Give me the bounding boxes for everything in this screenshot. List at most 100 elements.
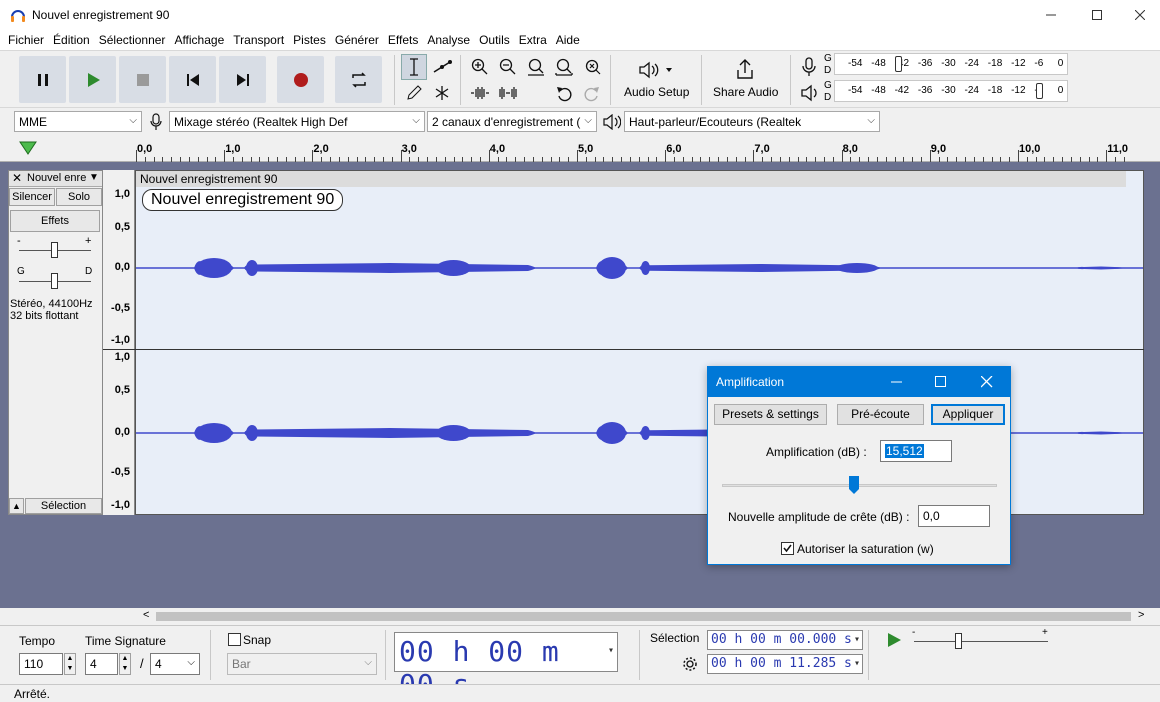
menu-selectionner[interactable]: Sélectionner [94,30,170,48]
clip-header[interactable]: Nouvel enregistrement 90 [136,171,1126,187]
start-format-menu-icon[interactable]: ▾ [854,634,860,645]
audio-host-value: MME [19,115,47,129]
silence-audio-button[interactable] [495,80,521,106]
timeline-ruler[interactable]: 0,0 1,0 2,0 3,0 4,0 5,0 6,0 7,0 8,0 9,0 10,0 11,0 [0,134,1160,162]
gain-slider[interactable] [51,242,58,258]
trim-icon [471,87,489,99]
mute-button[interactable]: Silencer [9,188,55,206]
channels-select[interactable]: 2 canaux d'enregistrement (⌵ [427,111,597,132]
horizontal-scrollbar[interactable]: < > [0,608,1160,625]
menu-affichage[interactable]: Affichage [169,30,228,48]
close-icon[interactable] [1120,0,1160,30]
meter-scale-label: -18 [987,85,1003,96]
zoom-selection-icon [528,58,544,76]
time-format-menu-icon[interactable]: ▾ [608,645,615,656]
scroll-thumb[interactable] [156,612,1131,621]
zoom-out-button[interactable] [495,54,521,80]
share-audio-button[interactable]: Share Audio [708,54,784,104]
record-volume-slider[interactable] [895,56,902,72]
menu-pistes[interactable]: Pistes [288,30,330,48]
clip-name-label[interactable]: Nouvel enregistrement 90 [142,189,344,211]
pencil-icon [407,85,422,100]
microphone-icon[interactable] [800,57,818,77]
snap-unit-select[interactable]: Bar ⌵ [227,653,377,675]
solo-button[interactable]: Solo [56,188,102,206]
end-format-menu-icon[interactable]: ▾ [854,658,860,669]
fit-project-button[interactable] [551,54,577,80]
peak-amplitude-input[interactable]: 0,0 [918,505,990,527]
loop-button[interactable] [335,56,382,103]
draw-tool[interactable] [401,80,427,106]
speed-slider[interactable] [955,633,962,649]
playback-volume-slider[interactable] [1036,83,1043,99]
collapse-track-icon[interactable]: ▲ [9,498,24,514]
meter-scale-label: -12 [1011,58,1026,69]
selection-start-time[interactable]: 00 h 00 m 00.000 s ▾ [707,630,863,650]
undo-button[interactable] [551,80,577,106]
minimize-icon[interactable] [1028,0,1074,30]
record-button[interactable] [277,56,324,103]
audio-host-select[interactable]: MME ⌵ [14,111,142,132]
effects-button[interactable]: Effets [10,210,100,232]
menu-generer[interactable]: Générer [330,30,383,48]
presets-settings-button[interactable]: Presets & settings [714,404,827,425]
skip-to-start-button[interactable] [169,56,216,103]
amplification-slider[interactable] [848,475,860,495]
redo-button[interactable] [579,80,605,106]
stop-button[interactable] [119,56,166,103]
timesig-spinner[interactable]: ▲ ▼ [119,653,131,675]
allow-clipping-checkbox[interactable] [781,542,794,555]
fit-selection-button[interactable] [523,54,549,80]
scroll-left-icon[interactable]: < [143,609,149,621]
gear-icon[interactable] [682,656,698,672]
multi-tool[interactable] [429,80,455,106]
selection-tool[interactable] [401,54,427,80]
pan-slider[interactable] [51,273,58,289]
track-menu-chevron-icon[interactable]: ▼ [89,172,99,183]
play-at-speed-icon[interactable] [884,630,904,650]
menu-edition[interactable]: Édition [48,30,94,48]
envelope-tool[interactable] [429,54,455,80]
vertical-ruler[interactable]: 1,0 0,5 0,0 -0,5 -1,0 1,0 0,5 0,0 -0,5 -… [103,170,135,515]
dialog-minimize-icon[interactable] [891,377,903,387]
apply-button[interactable]: Appliquer [931,404,1005,425]
ruler-tick-label: 9,0 [930,143,947,155]
dialog-maximize-icon[interactable] [935,376,947,388]
maximize-icon[interactable] [1074,0,1120,30]
speaker-icon[interactable] [800,84,820,102]
menu-effets[interactable]: Effets [383,30,422,48]
ruler-tick [1106,150,1108,162]
play-button[interactable] [69,56,116,103]
right-channel-peak [641,426,650,440]
pause-button[interactable] [19,56,66,103]
output-device-select[interactable]: Haut-parleur/Ecouteurs (Realtek ⌵ [624,111,880,132]
snap-checkbox[interactable] [228,633,241,646]
zoom-toggle-button[interactable] [579,54,605,80]
menu-transport[interactable]: Transport [228,30,288,48]
menu-aide[interactable]: Aide [551,30,584,48]
zoom-in-button[interactable] [467,54,493,80]
timesig-denominator-select[interactable]: 4 ⌵ [150,653,200,675]
vruler-top-label: -0,5 [111,302,130,314]
input-device-select[interactable]: Mixage stéréo (Realtek High Def ⌵ [169,111,425,132]
track-name-dropdown[interactable]: Nouvel enre [27,172,86,184]
menu-outils[interactable]: Outils [474,30,514,48]
menu-fichier[interactable]: Fichier [3,30,48,48]
select-track-button[interactable]: Sélection [25,498,102,514]
time-display[interactable]: 00 h 00 m 00 s▾ [394,632,618,701]
tempo-spinner[interactable]: ▲ ▼ [64,653,76,675]
output-device-value: Haut-parleur/Ecouteurs (Realtek [629,115,802,129]
audio-setup-button[interactable]: Audio Setup [618,54,696,104]
preview-button[interactable]: Pré-écoute [837,404,924,425]
scroll-right-icon[interactable]: > [1138,609,1144,621]
selection-end-time[interactable]: 00 h 00 m 11.285 s ▾ [707,654,863,674]
close-track-icon[interactable]: ✕ [12,171,22,185]
trim-audio-button[interactable] [467,80,493,106]
menu-analyse[interactable]: Analyse [422,30,474,48]
timesig-numerator-input[interactable]: 4 [85,653,118,675]
amplification-input[interactable]: 15,512 [880,440,952,462]
skip-to-end-button[interactable] [219,56,266,103]
dialog-close-icon[interactable] [981,376,993,388]
menu-extra[interactable]: Extra [514,30,551,48]
tempo-input[interactable]: 110 [19,653,63,675]
